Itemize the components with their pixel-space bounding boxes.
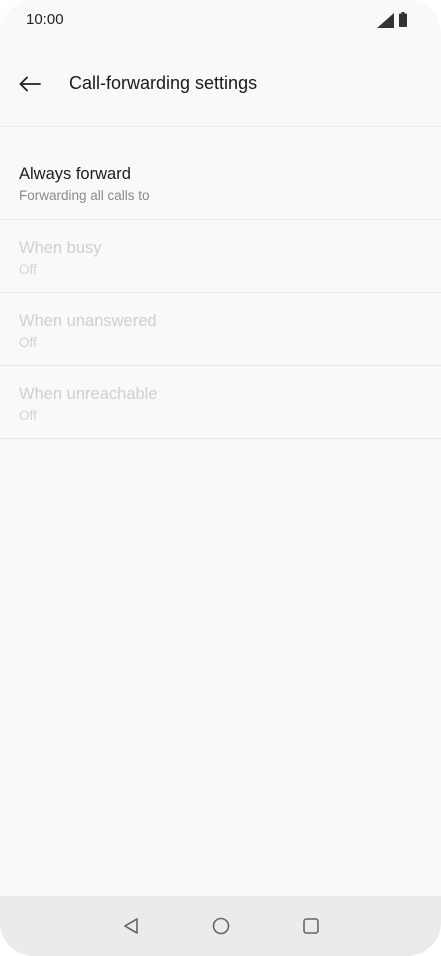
status-time: 10:00 bbox=[26, 11, 64, 28]
nav-recents-button[interactable] bbox=[299, 914, 323, 938]
setting-summary: Off bbox=[19, 335, 37, 350]
status-icons bbox=[375, 12, 415, 28]
nav-recents-icon bbox=[303, 918, 319, 934]
nav-back-icon bbox=[124, 918, 138, 934]
navigation-bar bbox=[0, 896, 441, 956]
setting-when-busy[interactable]: When busy Off bbox=[0, 220, 441, 293]
back-button[interactable] bbox=[12, 66, 48, 102]
setting-summary: Off bbox=[19, 408, 37, 423]
setting-title: When unanswered bbox=[19, 312, 157, 330]
phone-screen: 10:00 Call-forwarding settings Always fo… bbox=[0, 0, 441, 956]
setting-summary: Off bbox=[19, 262, 37, 277]
header-divider bbox=[0, 126, 441, 127]
nav-back-button[interactable] bbox=[119, 914, 143, 938]
battery-icon bbox=[399, 12, 407, 27]
setting-always-forward[interactable]: Always forward Forwarding all calls to bbox=[0, 146, 441, 220]
settings-list: Always forward Forwarding all calls to W… bbox=[0, 146, 441, 439]
app-bar: Call-forwarding settings bbox=[0, 58, 441, 110]
setting-when-unreachable[interactable]: When unreachable Off bbox=[0, 366, 441, 439]
setting-title: When busy bbox=[19, 239, 102, 257]
signal-icon bbox=[377, 13, 394, 28]
nav-home-button[interactable] bbox=[209, 914, 233, 938]
setting-summary: Forwarding all calls to bbox=[19, 188, 150, 203]
setting-when-unanswered[interactable]: When unanswered Off bbox=[0, 293, 441, 366]
status-bar: 10:00 bbox=[0, 0, 441, 40]
arrow-left-icon bbox=[19, 76, 41, 92]
nav-home-icon bbox=[212, 917, 230, 935]
page-title: Call-forwarding settings bbox=[69, 73, 258, 93]
setting-title: When unreachable bbox=[19, 385, 158, 403]
setting-title: Always forward bbox=[19, 165, 131, 183]
